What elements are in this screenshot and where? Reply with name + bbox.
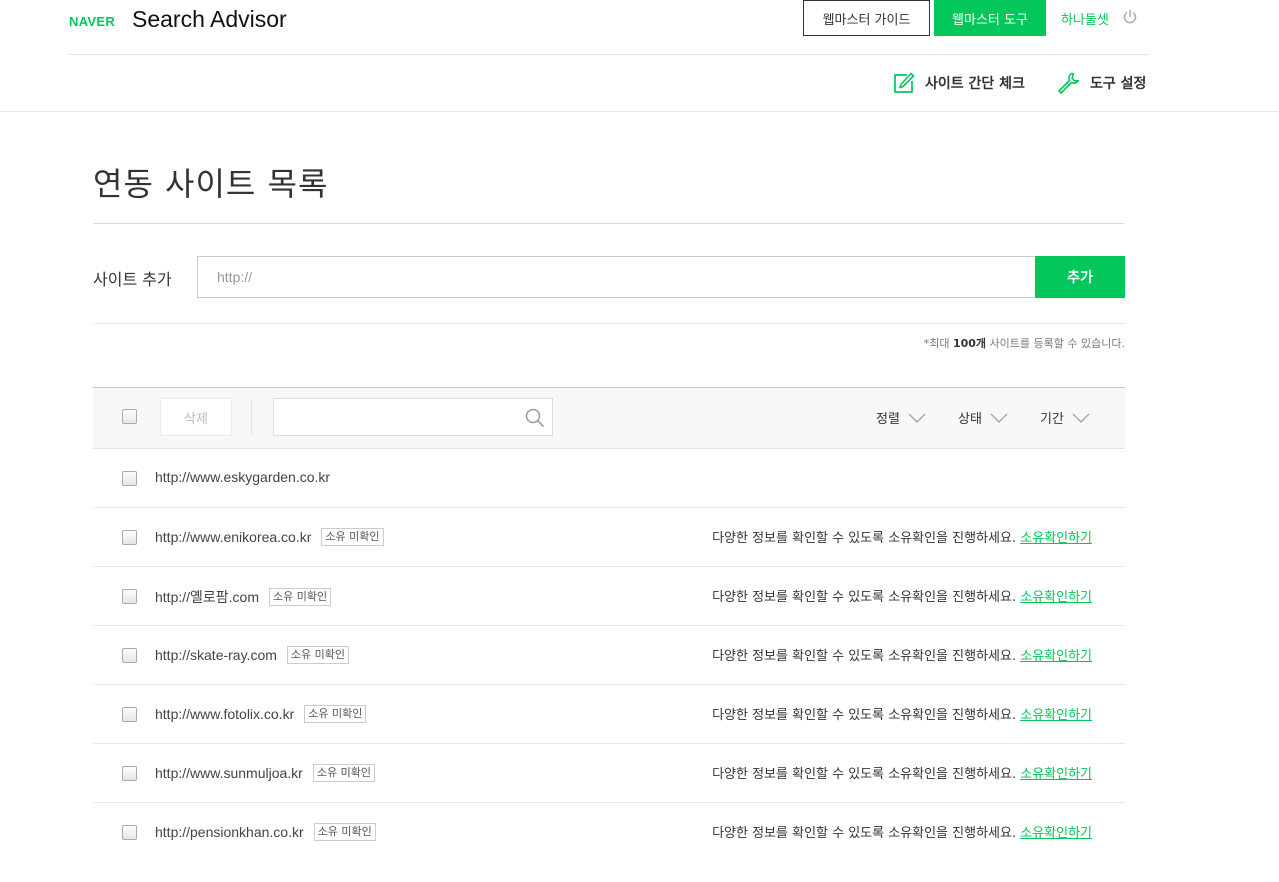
verification-message-text: 다양한 정보를 확인할 수 있도록 소유확인을 진행하세요.	[712, 531, 1017, 546]
site-url[interactable]: http://pensionkhan.co.kr 소유 미확인	[155, 823, 376, 841]
verify-ownership-link[interactable]: 소유확인하기	[1020, 531, 1092, 546]
period-label: 기간	[1040, 412, 1064, 427]
header-divider	[69, 54, 1149, 55]
sort-dropdown[interactable]: 정렬	[876, 408, 927, 427]
ownership-unverified-badge: 소유 미확인	[313, 823, 376, 841]
toolbar-separator	[251, 400, 252, 434]
site-row: http://www.sunmuljoa.kr 소유 미확인 다양한 정보를 확인…	[93, 744, 1125, 803]
delete-button[interactable]: 삭제	[160, 398, 232, 436]
tool-settings-link[interactable]: 도구 설정	[1056, 71, 1146, 95]
verification-message: 다양한 정보를 확인할 수 있도록 소유확인을 진행하세요. 소유확인하기	[712, 586, 1092, 605]
title-divider	[93, 223, 1125, 224]
site-url[interactable]: http://www.sunmuljoa.kr 소유 미확인	[155, 764, 375, 782]
ownership-unverified-badge: 소유 미확인	[286, 646, 350, 664]
site-row-checkbox[interactable]	[122, 766, 137, 781]
verification-message-text: 다양한 정보를 확인할 수 있도록 소유확인을 진행하세요.	[712, 767, 1017, 782]
add-site-divider	[93, 323, 1125, 324]
verification-message-text: 다양한 정보를 확인할 수 있도록 소유확인을 진행하세요.	[712, 649, 1017, 664]
site-url[interactable]: http://옐로팜.com 소유 미확인	[155, 587, 332, 607]
status-label: 상태	[958, 412, 982, 427]
verify-ownership-link[interactable]: 소유확인하기	[1020, 767, 1092, 782]
site-row-checkbox[interactable]	[122, 530, 137, 545]
site-url-text[interactable]: http://skate-ray.com	[155, 647, 277, 663]
site-quick-check-label: 사이트 간단 체크	[925, 76, 1025, 92]
site-row-checkbox[interactable]	[122, 707, 137, 722]
service-title[interactable]: Search Advisor	[132, 6, 287, 33]
site-url-input[interactable]	[197, 256, 1036, 298]
ownership-unverified-badge: 소유 미확인	[304, 705, 367, 723]
verification-message: 다양한 정보를 확인할 수 있도록 소유확인을 진행하세요. 소유확인하기	[712, 763, 1092, 782]
verify-ownership-link[interactable]: 소유확인하기	[1020, 590, 1092, 605]
site-url[interactable]: http://www.enikorea.co.kr 소유 미확인	[155, 528, 384, 546]
site-row-checkbox[interactable]	[122, 648, 137, 663]
verify-ownership-link[interactable]: 소유확인하기	[1020, 708, 1092, 723]
site-row: http://www.eskygarden.co.kr	[93, 449, 1125, 508]
site-row: http://pensionkhan.co.kr 소유 미확인 다양한 정보를 확…	[93, 803, 1125, 862]
site-row-checkbox[interactable]	[122, 471, 137, 486]
wrench-icon	[1058, 72, 1080, 94]
verification-message: 다양한 정보를 확인할 수 있도록 소유확인을 진행하세요. 소유확인하기	[712, 704, 1092, 723]
site-row-checkbox[interactable]	[122, 589, 137, 604]
site-row: http://www.fotolix.co.kr 소유 미확인 다양한 정보를 확…	[93, 685, 1125, 744]
site-search-input[interactable]	[273, 398, 553, 436]
chevron-down-icon	[990, 413, 1008, 423]
period-dropdown[interactable]: 기간	[1040, 408, 1091, 427]
verify-ownership-link[interactable]: 소유확인하기	[1020, 649, 1092, 664]
search-icon[interactable]	[525, 408, 545, 428]
add-site-label: 사이트 추가	[93, 270, 172, 289]
site-row: http://skate-ray.com 소유 미확인 다양한 정보를 확인할 수…	[93, 626, 1125, 685]
site-row: http://www.enikorea.co.kr 소유 미확인 다양한 정보를 …	[93, 508, 1125, 567]
add-site-button[interactable]: 추가	[1035, 256, 1125, 298]
site-url[interactable]: http://skate-ray.com 소유 미확인	[155, 646, 350, 664]
webmaster-tools-button[interactable]: 웹마스터 도구	[934, 0, 1046, 36]
user-name-link[interactable]: 하나둘셋	[1061, 9, 1109, 28]
site-limit-note: *최대 100개 사이트를 등록할 수 있습니다.	[924, 335, 1125, 351]
tool-settings-label: 도구 설정	[1090, 76, 1147, 92]
top-header: NAVER Search Advisor 웹마스터 가이드 웹마스터 도구 하나…	[0, 0, 1279, 112]
site-url-text[interactable]: http://옐로팜.com	[155, 587, 259, 607]
power-icon[interactable]	[1122, 9, 1138, 25]
site-url-text[interactable]: http://www.eskygarden.co.kr	[155, 469, 330, 485]
edit-icon	[894, 72, 915, 93]
site-url-text[interactable]: http://www.fotolix.co.kr	[155, 706, 294, 722]
naver-logo[interactable]: NAVER	[69, 14, 115, 29]
verification-message: 다양한 정보를 확인할 수 있도록 소유확인을 진행하세요. 소유확인하기	[712, 527, 1092, 546]
site-row: http://옐로팜.com 소유 미확인 다양한 정보를 확인할 수 있도록 소…	[93, 567, 1125, 626]
chevron-down-icon	[1072, 413, 1090, 423]
page-title: 연동 사이트 목록	[93, 165, 329, 203]
ownership-unverified-badge: 소유 미확인	[312, 764, 375, 782]
verification-message: 다양한 정보를 확인할 수 있도록 소유확인을 진행하세요. 소유확인하기	[712, 822, 1092, 841]
verification-message-text: 다양한 정보를 확인할 수 있도록 소유확인을 진행하세요.	[712, 590, 1017, 605]
limit-note-suffix: 사이트를 등록할 수 있습니다.	[986, 337, 1125, 350]
limit-note-count: 100개	[952, 337, 987, 350]
site-url-text[interactable]: http://www.sunmuljoa.kr	[155, 765, 303, 781]
webmaster-guide-button[interactable]: 웹마스터 가이드	[803, 0, 930, 36]
sort-label: 정렬	[876, 412, 900, 427]
verify-ownership-link[interactable]: 소유확인하기	[1020, 826, 1092, 841]
site-list-toolbar: 삭제 정렬 상태 기간	[93, 387, 1125, 449]
verification-message-text: 다양한 정보를 확인할 수 있도록 소유확인을 진행하세요.	[712, 826, 1017, 841]
site-url-text[interactable]: http://www.enikorea.co.kr	[155, 529, 311, 545]
site-quick-check-link[interactable]: 사이트 간단 체크	[893, 71, 1025, 95]
site-row-checkbox[interactable]	[122, 825, 137, 840]
chevron-down-icon	[908, 413, 926, 423]
status-dropdown[interactable]: 상태	[958, 408, 1009, 427]
select-all-checkbox[interactable]	[122, 409, 137, 424]
site-url-text[interactable]: http://pensionkhan.co.kr	[155, 824, 304, 840]
verification-message: 다양한 정보를 확인할 수 있도록 소유확인을 진행하세요. 소유확인하기	[712, 645, 1092, 664]
site-url[interactable]: http://www.eskygarden.co.kr	[155, 469, 330, 485]
verification-message-text: 다양한 정보를 확인할 수 있도록 소유확인을 진행하세요.	[712, 708, 1017, 723]
limit-note-prefix: *최대	[923, 337, 953, 350]
ownership-unverified-badge: 소유 미확인	[269, 588, 332, 606]
ownership-unverified-badge: 소유 미확인	[321, 528, 384, 546]
site-url[interactable]: http://www.fotolix.co.kr 소유 미확인	[155, 705, 367, 723]
